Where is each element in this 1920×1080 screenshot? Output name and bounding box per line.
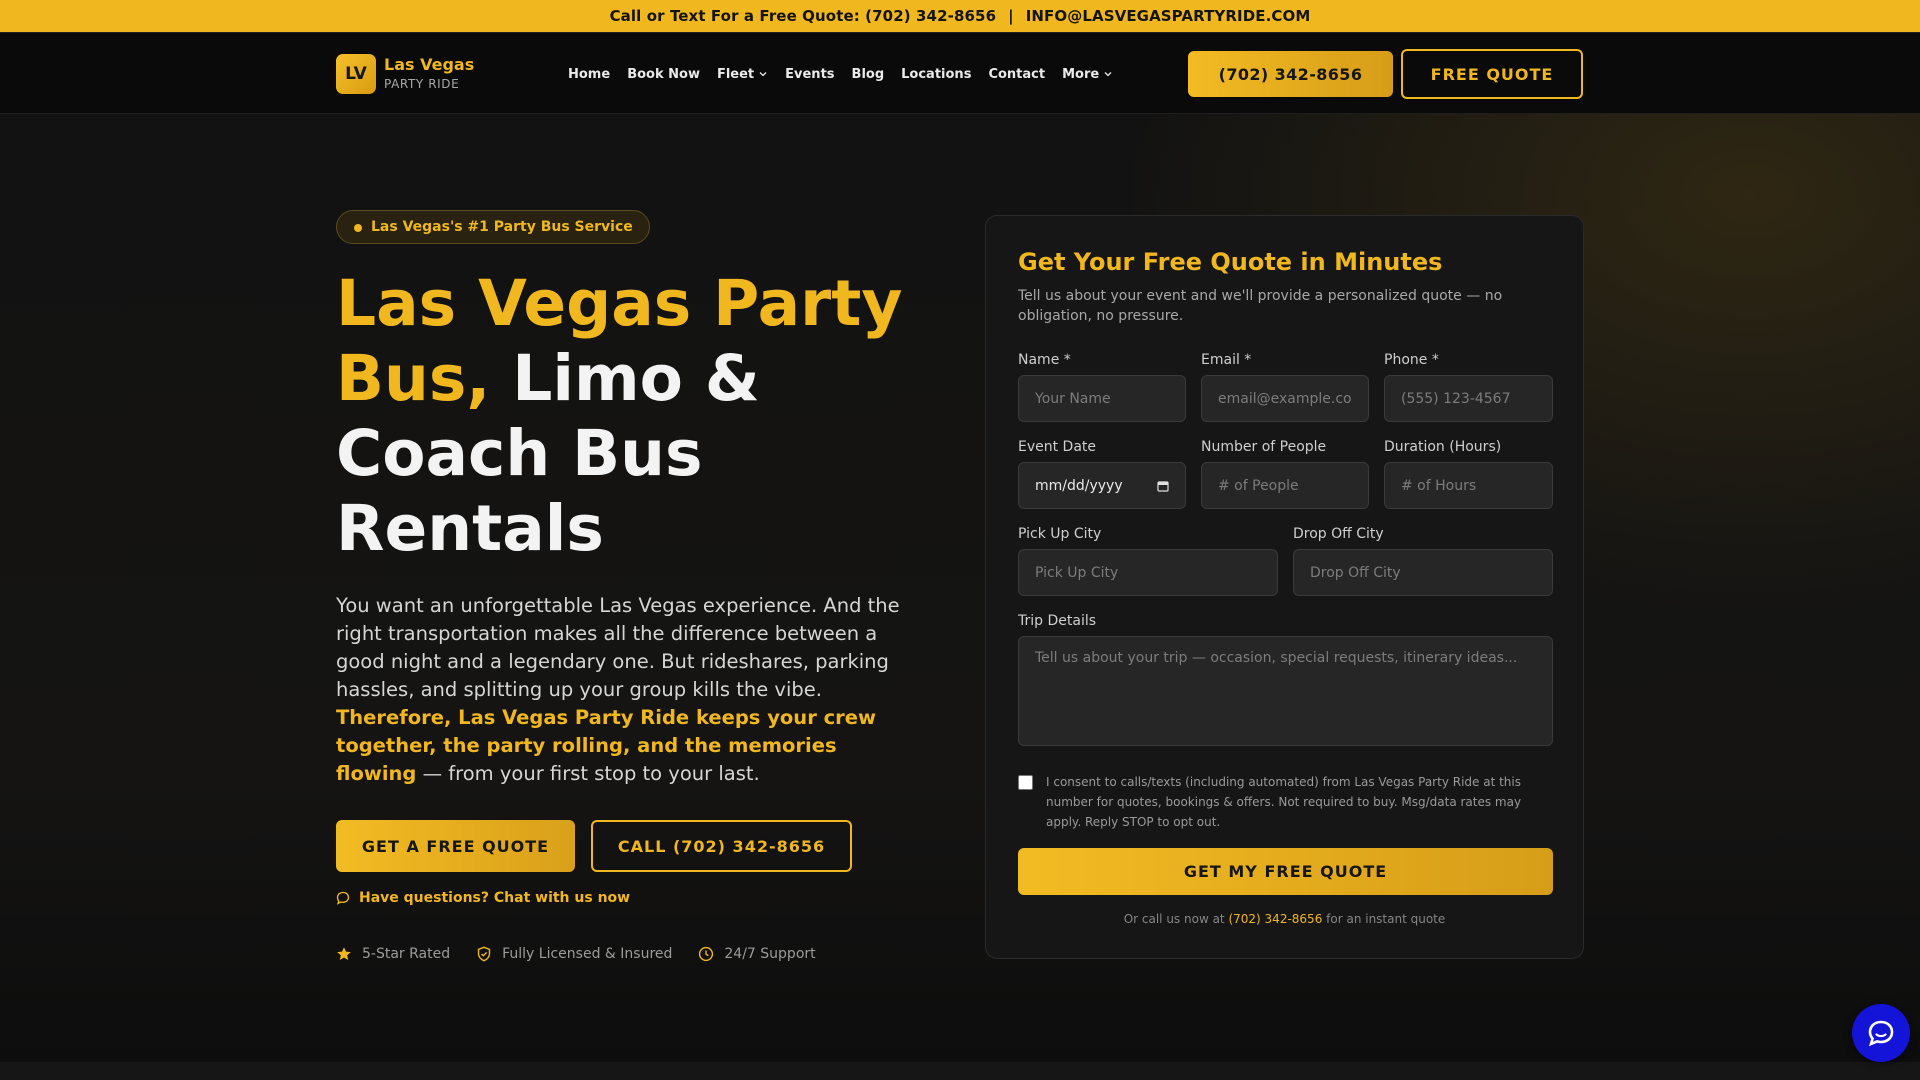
topbar-separator: | [1008, 7, 1014, 25]
hero-headline: Las Vegas Party Bus, Limo & Coach Bus Re… [336, 266, 936, 566]
badge-dot [354, 224, 362, 232]
nav-more-label: More [1062, 66, 1100, 82]
chevron-down-icon [1104, 72, 1112, 77]
call-note-post: for an instant quote [1326, 912, 1446, 926]
event-date-label: Event Date [1018, 439, 1097, 455]
logo-subtitle: PARTY RIDE [384, 77, 460, 91]
trust-support-label: 24/7 Support [724, 946, 816, 962]
nav-fleet-label: Fleet [716, 66, 755, 82]
chat-bubble-icon [336, 891, 350, 905]
calendar-icon[interactable] [1157, 480, 1169, 492]
trust-item-rating: 5-Star Rated [336, 946, 450, 962]
pickup-label: Pick Up City [1018, 526, 1102, 542]
phone-input[interactable] [1384, 375, 1553, 422]
dropoff-label: Drop Off City [1293, 526, 1384, 542]
trip-details-textarea[interactable] [1018, 636, 1553, 746]
header-phone-button[interactable]: (702) 342-8656 [1188, 51, 1393, 97]
shield-check-icon [477, 946, 491, 962]
form-title: Get Your Free Quote in Minutes [1018, 248, 1443, 276]
trust-item-licensed: Fully Licensed & Insured [476, 946, 672, 962]
top-announcement-bar: Call or Text For a Free Quote: (702) 342… [0, 0, 1920, 32]
quote-form-card: Get Your Free Quote in Minutes Tell us a… [985, 215, 1584, 959]
dropoff-input[interactable] [1293, 549, 1553, 596]
consent-text: I consent to calls/texts (including auto… [1046, 775, 1522, 829]
call-note: Or call us now at (702) 342-8656 for an … [986, 912, 1583, 926]
topbar-phone-text[interactable]: Call or Text For a Free Quote: (702) 342… [610, 7, 997, 25]
duration-label: Duration (Hours) [1384, 439, 1502, 455]
submit-quote-button[interactable]: GET MY FREE QUOTE [1018, 848, 1553, 895]
people-label: Number of People [1201, 439, 1327, 455]
hero-lead-paragraph: You want an unforgettable Las Vegas expe… [336, 592, 916, 788]
nav-fleet[interactable]: Fleet [717, 67, 768, 82]
name-input[interactable] [1018, 375, 1186, 422]
chat-now-label: Have questions? Chat with us now [359, 890, 631, 906]
event-date-value: mm/dd/yyyy [1035, 477, 1123, 494]
email-label: Email * [1201, 352, 1252, 368]
call-note-phone-link[interactable]: (702) 342-8656 [1228, 912, 1322, 926]
lead-plain-text: You want an unforgettable Las Vegas expe… [336, 594, 900, 701]
star-icon [337, 947, 351, 960]
nav-more[interactable]: More [1062, 67, 1113, 82]
nav-blog-label: Blog [851, 66, 885, 82]
header-free-quote-button[interactable]: FREE QUOTE [1401, 49, 1583, 99]
nav-locations-label: Locations [901, 66, 972, 82]
consent-checkbox[interactable] [1018, 775, 1033, 790]
form-subtitle: Tell us about your event and we'll provi… [1018, 288, 1503, 324]
email-input[interactable] [1201, 375, 1369, 422]
trip-details-label: Trip Details [1018, 613, 1097, 629]
get-free-quote-button[interactable]: GET A FREE QUOTE [336, 820, 575, 872]
phone-label: Phone * [1384, 352, 1439, 368]
chat-widget-button[interactable] [1852, 1004, 1910, 1062]
service-badge-text: Las Vegas's #1 Party Bus Service [371, 219, 633, 235]
nav-locations[interactable]: Locations [901, 67, 971, 82]
nav-events[interactable]: Events [785, 67, 834, 82]
nav-home-label: Home [568, 66, 611, 82]
chat-icon [1868, 1020, 1894, 1047]
nav-home[interactable]: Home [568, 67, 610, 82]
trust-indicators: 5-Star Rated Fully Licensed & Insured 24… [336, 944, 842, 964]
call-note-pre: Or call us now at [1123, 912, 1225, 926]
nav-events-label: Events [785, 66, 835, 82]
trust-rating-label: 5-Star Rated [362, 946, 451, 962]
logo-title[interactable]: Las Vegas [384, 55, 474, 74]
nav-book-now[interactable]: Book Now [627, 67, 700, 82]
name-label: Name * [1018, 352, 1071, 368]
people-input[interactable] [1201, 462, 1369, 509]
next-section-edge [0, 1062, 1920, 1080]
event-date-input[interactable]: mm/dd/yyyy [1018, 462, 1186, 509]
chevron-down-icon [759, 72, 767, 77]
trust-item-support: 24/7 Support [698, 946, 816, 962]
nav-blog[interactable]: Blog [852, 67, 885, 82]
site-header: LV Las Vegas PARTY RIDE Home Book Now Fl… [0, 32, 1920, 114]
nav-contact-label: Contact [988, 66, 1046, 82]
nav-book-now-label: Book Now [627, 66, 700, 82]
duration-input[interactable] [1384, 462, 1553, 509]
pickup-input[interactable] [1018, 549, 1278, 596]
chat-now-link[interactable]: Have questions? Chat with us now [336, 888, 630, 908]
nav-contact[interactable]: Contact [988, 67, 1045, 82]
call-phone-button[interactable]: CALL (702) 342-8656 [591, 820, 852, 872]
hero-section [0, 114, 1920, 1062]
main-nav: Home Book Now Fleet Events Blog Location… [568, 63, 1130, 85]
logo-badge[interactable]: LV [336, 54, 376, 94]
service-badge: Las Vegas's #1 Party Bus Service [336, 210, 650, 244]
clock-icon [699, 946, 714, 962]
topbar-email-link[interactable]: INFO@LASVEGASPARTYRIDE.COM [1026, 7, 1311, 25]
trust-licensed-label: Fully Licensed & Insured [502, 946, 673, 962]
lead-end-text: — from your first stop to your last. [422, 762, 760, 785]
